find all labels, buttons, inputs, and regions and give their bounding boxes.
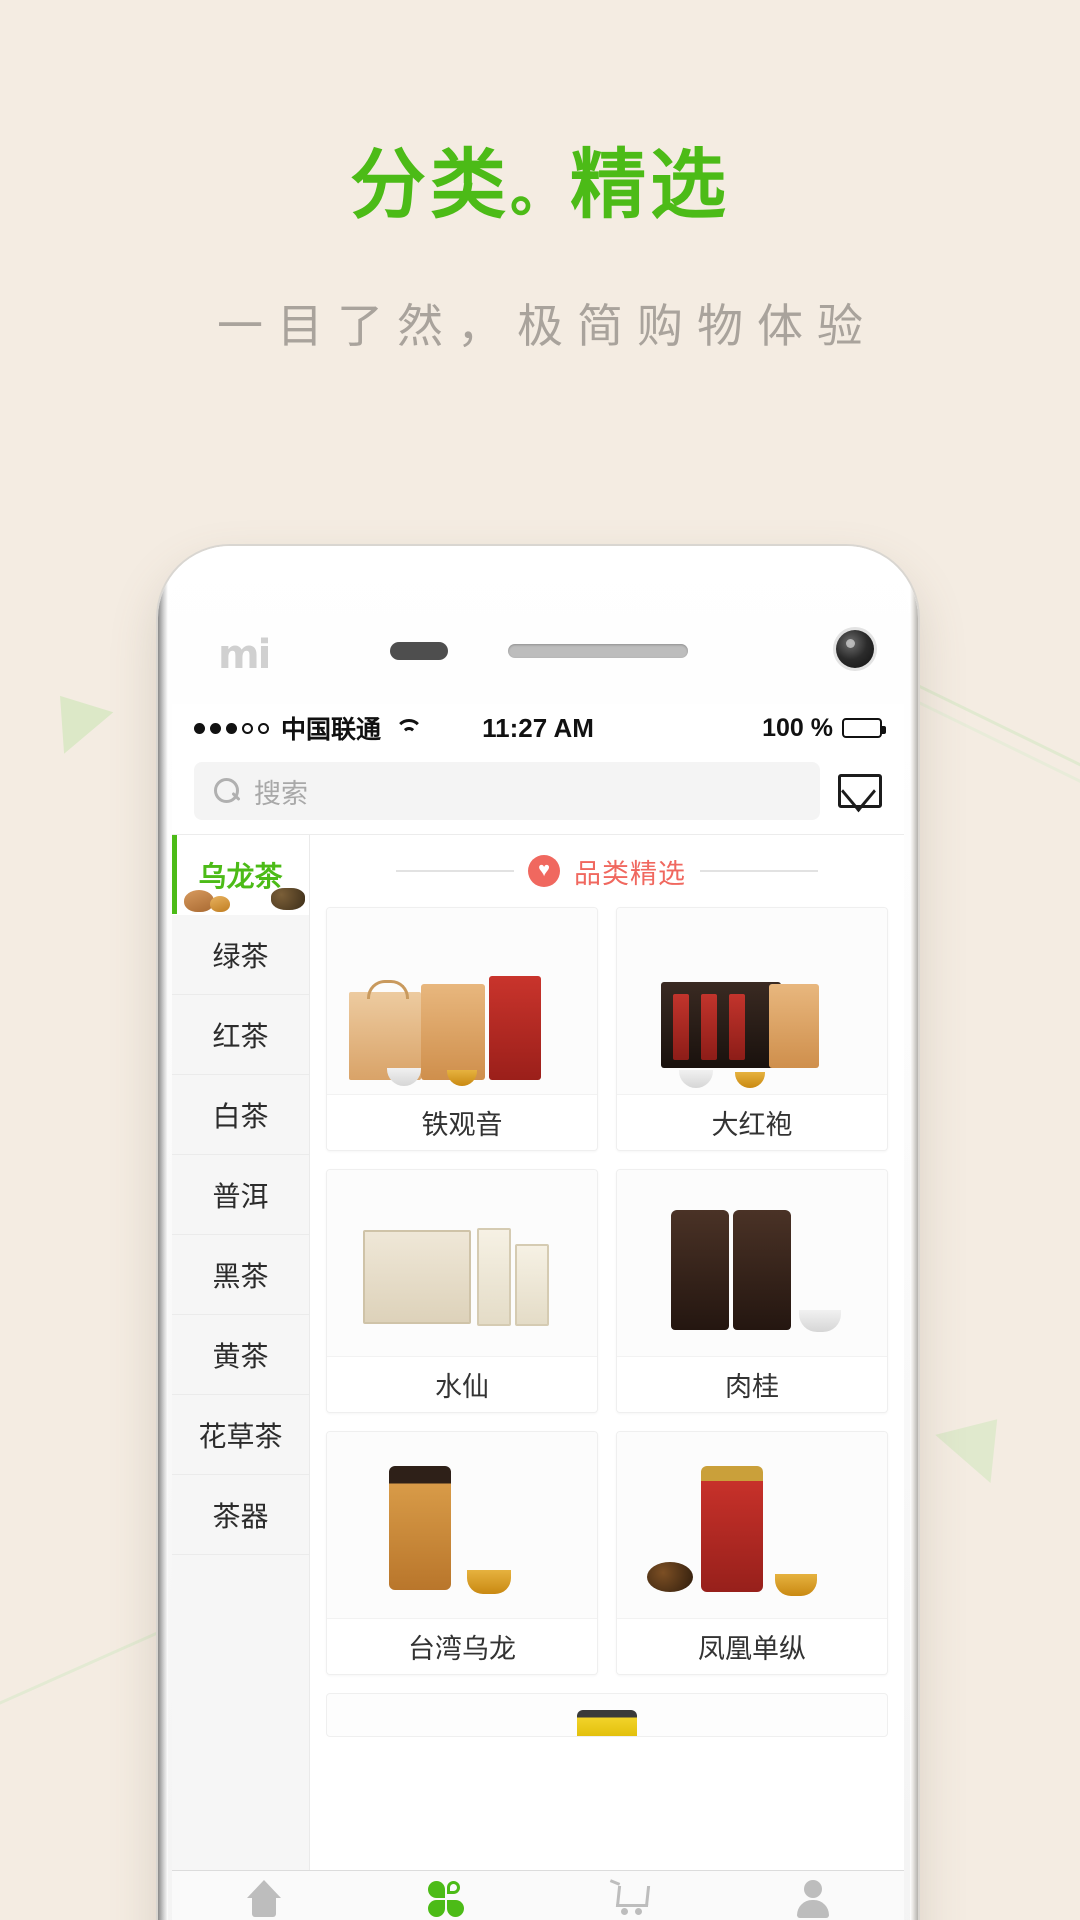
featured-section-title: 品类精选 [574, 858, 686, 889]
product-image-paper-box [327, 1170, 597, 1356]
featured-section-header: 品类精选 [326, 835, 888, 907]
product-name: 肉桂 [617, 1356, 887, 1412]
proximity-sensor-icon [390, 642, 448, 660]
clock-label: 11:27 AM [482, 712, 594, 743]
phone-screen: 中国联通 11:27 AM 100 % 搜索 乌龙茶 绿茶 红茶 白茶 普洱 黑… [172, 704, 904, 1920]
status-bar-right: 100 % [594, 713, 887, 743]
yellow-tin-icon [577, 1710, 637, 1736]
mi-logo-icon: mi [218, 632, 271, 678]
bottom-tab-bar: 首页 分类 购物车 我 [172, 1870, 904, 1920]
product-name: 铁观音 [327, 1094, 597, 1150]
home-icon [244, 1879, 284, 1918]
product-card[interactable]: 水仙 [326, 1169, 598, 1413]
phone-edge-left [158, 546, 168, 1920]
product-image-dark-gift-box [617, 908, 887, 1094]
signal-strength-icon [194, 722, 269, 734]
triangle-decoration-right [930, 1413, 998, 1483]
sidebar-item-label: 白茶 [212, 1100, 269, 1132]
search-placeholder: 搜索 [254, 778, 308, 809]
page-title: 分类。精选 [0, 148, 1080, 224]
tab-categories[interactable]: 分类 [355, 1871, 538, 1920]
content-area: 乌龙茶 绿茶 红茶 白茶 普洱 黑茶 黄茶 花草茶 茶器 品类 [172, 835, 904, 1920]
promo-title-part-1: 分类 [350, 143, 510, 228]
clover-icon [427, 1880, 467, 1918]
tea-leaf-icon [271, 888, 305, 910]
category-sidebar: 乌龙茶 绿茶 红茶 白茶 普洱 黑茶 黄茶 花草茶 茶器 [172, 835, 310, 1920]
search-icon [214, 778, 240, 804]
sidebar-item-chaqi[interactable]: 茶器 [172, 1475, 309, 1555]
status-bar: 中国联通 11:27 AM 100 % [172, 704, 904, 752]
sidebar-item-wulongcha[interactable]: 乌龙茶 [172, 835, 309, 915]
sidebar-item-heicha[interactable]: 黑茶 [172, 1235, 309, 1315]
sidebar-item-lvcha[interactable]: 绿茶 [172, 915, 309, 995]
mail-icon[interactable] [838, 774, 882, 808]
phone-mockup: mi 中国联通 11:27 AM 100 % 搜索 乌龙茶 绿茶 红茶 白茶 普… [158, 546, 918, 1920]
product-grid: 铁观音 大红袍 水仙 肉桂 台湾乌龙 凤凰单纵 [326, 907, 888, 1675]
promo-title-separator: 。 [510, 160, 570, 223]
sidebar-item-huacaocha[interactable]: 花草茶 [172, 1395, 309, 1475]
sidebar-item-huangcha[interactable]: 黄茶 [172, 1315, 309, 1395]
product-name: 大红袍 [617, 1094, 887, 1150]
sidebar-item-label: 红茶 [212, 1020, 269, 1052]
product-image-red-tin [617, 1432, 887, 1618]
battery-icon [842, 718, 887, 738]
carrier-label: 中国联通 [281, 716, 382, 744]
status-bar-left: 中国联通 [194, 710, 482, 746]
tab-profile[interactable]: 我 [721, 1871, 904, 1920]
user-icon [793, 1879, 833, 1918]
wifi-icon [393, 718, 419, 738]
sidebar-item-label: 绿茶 [212, 940, 269, 972]
product-card[interactable]: 台湾乌龙 [326, 1431, 598, 1675]
sidebar-item-label: 茶器 [212, 1500, 269, 1532]
sidebar-item-hongcha[interactable]: 红茶 [172, 995, 309, 1075]
divider-right [700, 870, 818, 872]
promo-title-part-2: 精选 [570, 143, 730, 228]
sidebar-item-label: 黑茶 [212, 1260, 269, 1292]
phone-edge-right [910, 546, 918, 1920]
cart-icon [610, 1880, 650, 1918]
search-input[interactable]: 搜索 [194, 762, 820, 820]
product-image-gift-set [327, 908, 597, 1094]
sidebar-item-baicha[interactable]: 白茶 [172, 1075, 309, 1155]
search-row: 搜索 [172, 752, 904, 835]
tab-home[interactable]: 首页 [172, 1871, 355, 1920]
promo-page: 分类。精选 一目了然，极简购物体验 mi 中国联通 11:27 AM 100 %… [0, 0, 1080, 1920]
product-card[interactable]: 铁观音 [326, 907, 598, 1151]
product-image-dark-tins [617, 1170, 887, 1356]
product-image-gold-tin [327, 1432, 597, 1618]
heart-icon [528, 855, 560, 887]
earpiece-speaker-icon [508, 644, 688, 658]
product-card: 肉桂 [616, 1169, 888, 1413]
sidebar-item-label: 花草茶 [198, 1420, 283, 1452]
sidebar-item-puer[interactable]: 普洱 [172, 1155, 309, 1235]
triangle-decoration-left [60, 692, 116, 754]
product-panel: 品类精选 铁观音 [310, 835, 904, 1920]
product-card-partial[interactable] [326, 1693, 888, 1737]
promo-header: 分类。精选 一目了然，极简购物体验 [0, 0, 1080, 356]
battery-percent-label: 100 % [762, 713, 834, 742]
product-card[interactable]: 大红袍 [616, 907, 888, 1151]
sidebar-item-label: 普洱 [212, 1180, 269, 1212]
tab-cart[interactable]: 购物车 [538, 1871, 721, 1920]
product-name: 台湾乌龙 [327, 1618, 597, 1674]
promo-subtitle: 一目了然，极简购物体验 [217, 300, 877, 352]
front-camera-icon [836, 630, 874, 668]
product-card[interactable]: 凤凰单纵 [616, 1431, 888, 1675]
sidebar-item-label: 黄茶 [212, 1340, 269, 1372]
product-name: 水仙 [327, 1356, 597, 1412]
divider-left [396, 870, 514, 872]
teapot-icon [184, 886, 230, 912]
product-name: 凤凰单纵 [617, 1618, 887, 1674]
